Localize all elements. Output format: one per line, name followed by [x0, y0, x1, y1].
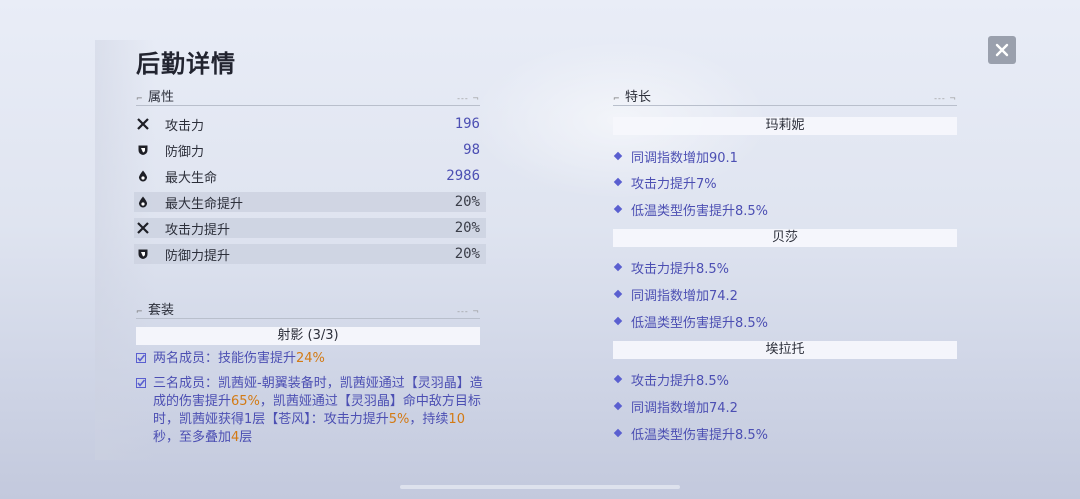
attr-row-hp: 最大生命 2986: [134, 166, 486, 186]
attr-row-attack: 攻击力 196: [134, 114, 486, 134]
trait-item: 同调指数增加90.1: [613, 147, 738, 166]
attr-value: 20%: [454, 194, 480, 210]
diamond-bullet-icon: [613, 151, 623, 161]
trait-item: 同调指数增加74.2: [613, 397, 738, 416]
attr-label: 防御力提升: [165, 248, 231, 264]
page-title: 后勤详情: [136, 50, 236, 78]
set-title: 射影 (3/3): [136, 327, 480, 345]
trait-text: 低温类型伤害提升8.5%: [631, 315, 769, 331]
effect-text: 两名成员：技能伤害提升: [153, 351, 297, 366]
attr-label: 攻击力: [165, 118, 205, 134]
trait-item: 攻击力提升8.5%: [613, 258, 730, 277]
shield-icon: [135, 142, 151, 158]
diamond-bullet-icon: [613, 204, 623, 214]
sword-cross-icon: [135, 116, 151, 132]
effect-highlight: 24%: [296, 351, 325, 366]
effect-highlight: 10: [448, 412, 465, 427]
trait-text: 同调指数增加74.2: [631, 288, 738, 304]
attr-value: 20%: [454, 246, 480, 262]
attr-value: 20%: [454, 220, 480, 236]
effect-highlight: 5%: [388, 412, 410, 427]
trait-text: 低温类型伤害提升8.5%: [631, 427, 769, 443]
trait-item: 攻击力提升8.5%: [613, 370, 730, 389]
effect-text: 层: [239, 430, 253, 445]
effect-text: ，持续: [409, 412, 449, 427]
trait-item: 低温类型伤害提升8.5%: [613, 200, 769, 219]
trait-text: 攻击力提升7%: [631, 176, 717, 192]
traits-header: ⌐ 特长 ‐‐‐ ¬: [613, 86, 957, 106]
effect-highlight: 65%: [231, 394, 260, 409]
attr-label: 最大生命: [165, 170, 218, 186]
set-header-label: 套装: [148, 302, 175, 318]
close-button[interactable]: [988, 36, 1016, 64]
trait-text: 攻击力提升8.5%: [631, 373, 730, 389]
set-header: ⌐ 套装 ‐‐‐ ¬: [136, 299, 480, 319]
traits-header-label: 特长: [625, 89, 652, 105]
character-title: 玛莉妮: [613, 117, 957, 135]
diamond-bullet-icon: [613, 316, 623, 326]
set-effect-2pc: 两名成员：技能伤害提升24%: [136, 350, 486, 368]
trait-item: 攻击力提升7%: [613, 173, 717, 192]
trait-item: 同调指数增加74.2: [613, 285, 738, 304]
attr-value: 196: [454, 116, 480, 132]
trait-item: 低温类型伤害提升8.5%: [613, 424, 769, 443]
attr-row-defense-boost: 防御力提升 20%: [134, 244, 486, 264]
attributes-header: ⌐ 属性 ‐‐‐ ¬: [136, 86, 480, 106]
attr-row-defense: 防御力 98: [134, 140, 486, 160]
drop-icon: [135, 194, 151, 210]
attr-label: 攻击力提升: [165, 222, 231, 238]
attr-row-hp-boost: 最大生命提升 20%: [134, 192, 486, 212]
diamond-bullet-icon: [613, 374, 623, 384]
attr-value: 98: [463, 142, 480, 158]
diamond-bullet-icon: [613, 262, 623, 272]
trait-item: 低温类型伤害提升8.5%: [613, 312, 769, 331]
attr-row-attack-boost: 攻击力提升 20%: [134, 218, 486, 238]
checkbox-icon: [136, 353, 146, 363]
trait-text: 攻击力提升8.5%: [631, 261, 730, 277]
effect-text: 秒，至多叠加: [153, 430, 232, 445]
attr-label: 防御力: [165, 144, 205, 160]
checkbox-icon: [136, 378, 146, 388]
close-icon: [995, 43, 1009, 57]
diamond-bullet-icon: [613, 401, 623, 411]
trait-text: 同调指数增加74.2: [631, 400, 738, 416]
home-indicator: [400, 485, 680, 489]
character-title: 贝莎: [613, 229, 957, 247]
character-title: 埃拉托: [613, 341, 957, 359]
attr-value: 2986: [446, 168, 480, 184]
attributes-header-label: 属性: [148, 89, 175, 105]
set-effect-3pc: 三名成员：凯茜娅-朝翼装备时，凯茜娅通过【灵羽晶】造成的伤害提升65%，凯茜娅通…: [136, 375, 486, 447]
diamond-bullet-icon: [613, 289, 623, 299]
attr-label: 最大生命提升: [165, 196, 244, 212]
trait-text: 低温类型伤害提升8.5%: [631, 203, 769, 219]
shield-icon: [135, 246, 151, 262]
trait-text: 同调指数增加90.1: [631, 150, 738, 166]
diamond-bullet-icon: [613, 177, 623, 187]
sword-cross-icon: [135, 220, 151, 236]
drop-icon: [135, 168, 151, 184]
diamond-bullet-icon: [613, 428, 623, 438]
